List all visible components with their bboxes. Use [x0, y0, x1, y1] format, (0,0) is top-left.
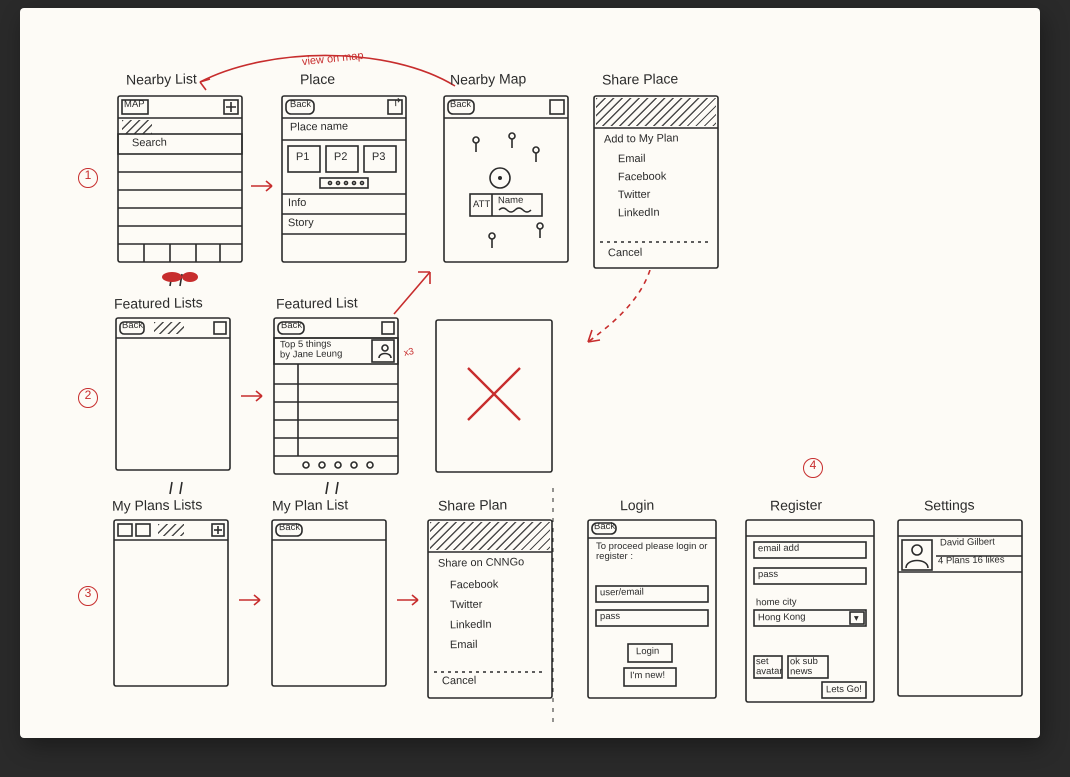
share-plan-heading: Share on CNNGo: [438, 557, 524, 570]
map-callout-btn: ATT: [473, 200, 490, 210]
register-home-city: home city: [756, 598, 797, 609]
screen-place: [280, 94, 408, 264]
place-info: Info: [288, 198, 307, 210]
share-place-item-0: Add to My Plan: [604, 133, 679, 146]
screen-title-share-place: Share Place: [602, 71, 679, 87]
place-name: Place name: [290, 121, 348, 134]
screen-nearby-map: [442, 94, 570, 264]
arrow-featured-to-list: [240, 388, 266, 404]
annotation-x3: x3: [403, 347, 415, 359]
login-back: Back: [594, 522, 615, 532]
register-pass: pass: [758, 570, 778, 580]
register-dropdown-icon: ▾: [854, 614, 859, 624]
arrow-list-to-share: [396, 592, 422, 608]
red-blotch: [160, 270, 200, 284]
register-email: email add: [758, 544, 799, 555]
login-btn: Login: [636, 647, 659, 657]
photo-p1: P1: [296, 152, 310, 164]
featured-lists-tab-hatch: [154, 322, 184, 334]
screen-title-my-plans-lists: My Plans Lists: [112, 497, 202, 513]
arrow-nearby-to-place: [250, 178, 276, 194]
step-marker-4: 4: [803, 458, 823, 478]
ditto-mark-2a: [168, 480, 188, 498]
place-back: Back: [290, 100, 311, 110]
removed-cross: [464, 364, 524, 424]
screen-title-my-plan-list: My Plan List: [272, 497, 348, 513]
share-plan-item-2: LinkedIn: [450, 620, 492, 632]
register-sub-mid: ok sub news: [790, 657, 830, 677]
share-place-item-2: Facebook: [618, 172, 667, 184]
screen-title-place: Place: [300, 72, 335, 87]
share-plan-cancel: Cancel: [442, 676, 476, 688]
screen-title-share-plan: Share Plan: [438, 497, 508, 513]
photo-p3: P3: [372, 152, 386, 164]
place-action-icon: ↱: [393, 98, 402, 110]
screen-title-nearby-map: Nearby Map: [450, 71, 527, 87]
screen-title-featured-lists: Featured Lists: [114, 295, 203, 311]
search-label: Search: [132, 138, 167, 150]
step-marker-3: 3: [78, 586, 98, 606]
sketch-paper: 1 2 3 4 view on map Nearby List: [20, 8, 1040, 738]
screen-title-register: Register: [770, 498, 822, 514]
arrow-shareplace-down: [580, 270, 660, 350]
featured-lists-back: Back: [122, 321, 143, 331]
featured-list-back: Back: [281, 321, 302, 331]
photo-p2: P2: [334, 152, 348, 164]
share-plan-item-3: Email: [450, 640, 478, 652]
map-btn-label: MAP: [124, 100, 145, 110]
settings-user-stats: 4 Plans 16 likes: [938, 555, 1005, 566]
login-pass: pass: [600, 612, 620, 622]
map-callout-name: Name: [498, 196, 524, 206]
share-plan-item-1: Twitter: [450, 600, 483, 612]
share-place-item-4: LinkedIn: [618, 208, 660, 220]
screen-title-nearby-list: Nearby List: [126, 71, 197, 87]
place-story: Story: [288, 218, 314, 230]
ditto-mark-2b: [324, 480, 344, 498]
register-sub-left: set avatar: [756, 657, 784, 676]
map-callout-squiggle: [498, 206, 536, 214]
share-plan-header-hatch: [430, 522, 550, 550]
step-marker-2: 2: [78, 388, 98, 408]
screen-featured-lists: [114, 316, 232, 472]
featured-list-row-author: by Jane Leung: [280, 349, 343, 360]
login-intro: To proceed please login or register :: [596, 542, 714, 562]
arrow-list-to-place: [388, 264, 438, 318]
share-plan-item-0: Facebook: [450, 580, 499, 592]
map-back: Back: [450, 100, 471, 110]
settings-user-name: David Gilbert: [940, 538, 995, 549]
screen-my-plan-list: [270, 518, 388, 688]
register-go-btn: Lets Go!: [826, 685, 862, 696]
my-plans-tab-hatch: [158, 524, 184, 536]
share-place-cancel: Cancel: [608, 248, 642, 260]
login-user: user/email: [600, 588, 644, 599]
arrow-plans-to-list: [238, 592, 264, 608]
step-marker-1: 1: [78, 168, 98, 188]
author-avatar-glyph: [376, 342, 394, 360]
share-place-item-1: Email: [618, 154, 646, 166]
register-home-city-value: Hong Kong: [758, 613, 806, 624]
screen-title-login: Login: [620, 498, 655, 513]
my-plan-list-back: Back: [279, 523, 300, 533]
share-place-header-hatch: [596, 98, 716, 126]
screen-my-plans-lists: [112, 518, 230, 688]
screen-title-featured-list: Featured List: [276, 295, 358, 311]
screen-title-settings: Settings: [924, 498, 975, 514]
login-new-btn: I'm new!: [630, 671, 665, 682]
share-place-item-3: Twitter: [618, 190, 651, 202]
tab-active-hatch: [122, 120, 152, 134]
